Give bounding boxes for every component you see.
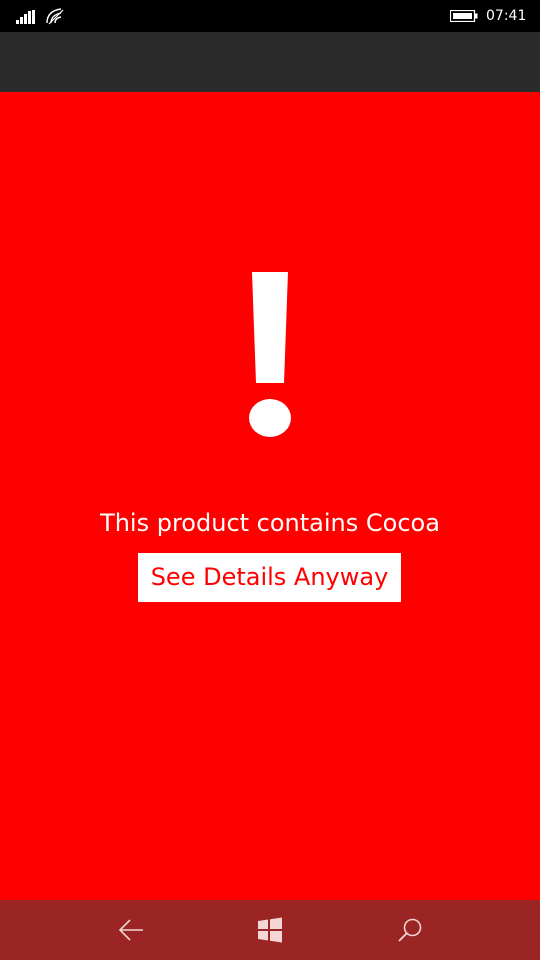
home-button[interactable]: [230, 900, 310, 960]
signal-strength-icon: [16, 10, 35, 24]
allergen-alert-panel: This product contains Cocoa See Details …: [0, 92, 540, 900]
status-clock: 07:41: [486, 8, 527, 24]
app-screen: 07:41 This product contains Cocoa See De…: [0, 0, 540, 960]
status-bar: 07:41: [0, 0, 540, 32]
see-details-anyway-button[interactable]: See Details Anyway: [138, 553, 401, 602]
battery-icon: [450, 10, 478, 22]
system-nav-bar: [0, 900, 540, 960]
allergen-warning-message: This product contains Cocoa: [100, 509, 440, 537]
back-button[interactable]: [91, 900, 171, 960]
exclamation-warning-icon: [249, 272, 291, 437]
back-arrow-icon: [118, 919, 143, 941]
search-icon: [398, 918, 422, 942]
app-title-bar: [0, 32, 540, 92]
windows-logo-icon: [258, 917, 282, 943]
wifi-icon: [46, 8, 64, 25]
search-button[interactable]: [370, 900, 450, 960]
